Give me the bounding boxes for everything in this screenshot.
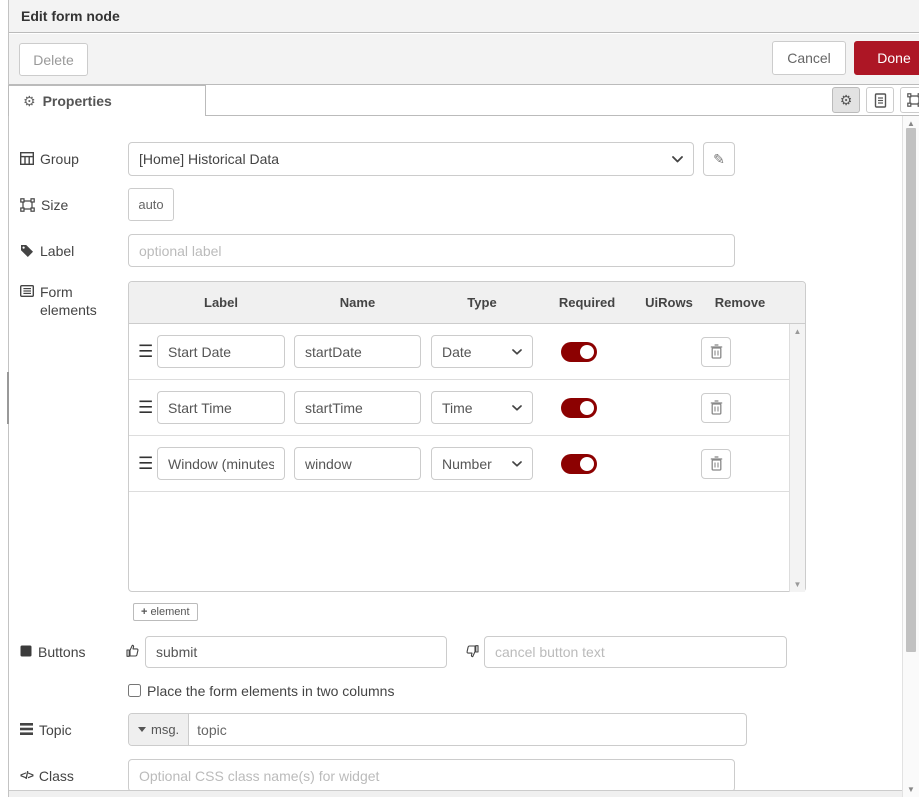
column-header-required: Required	[539, 295, 635, 310]
edit-form-node-dialog: Edit form node Delete Cancel Done ⚙ Prop…	[0, 0, 919, 797]
scroll-down-icon[interactable]: ▼	[794, 580, 802, 589]
remove-element-button[interactable]	[701, 337, 731, 367]
toggle-knob	[580, 457, 594, 471]
tag-icon	[20, 244, 34, 258]
code-icon: </>	[20, 769, 33, 783]
appearance-icon	[907, 93, 919, 107]
plus-icon: +	[141, 606, 147, 618]
column-header-type: Type	[431, 295, 533, 310]
group-select[interactable]: [Home] Historical Data	[128, 142, 694, 176]
trash-icon	[710, 344, 723, 359]
class-field-label: </> Class	[20, 767, 120, 785]
column-header-name: Name	[294, 295, 421, 310]
gear-icon: ⚙	[840, 92, 853, 109]
size-field-label: Size	[20, 196, 120, 214]
form-elements-body: ☰ Date	[129, 324, 805, 592]
scroll-down-icon[interactable]: ▼	[903, 785, 919, 794]
element-name-input[interactable]	[294, 391, 421, 424]
form-elements-table: Label Name Type Required UiRows Remove ☰…	[128, 281, 806, 592]
table-icon	[20, 152, 34, 165]
bottom-divider	[9, 790, 902, 797]
tray-resize-handle[interactable]	[7, 372, 9, 424]
group-field-label: Group	[20, 150, 120, 168]
trash-icon	[710, 456, 723, 471]
form-element-row: ☰ Time	[129, 380, 805, 436]
required-toggle[interactable]	[561, 454, 597, 474]
form-element-row: ☰ Number	[129, 436, 805, 492]
square-icon	[20, 645, 32, 657]
submit-button-text-input[interactable]	[145, 636, 447, 668]
remove-element-button[interactable]	[701, 449, 731, 479]
page-title: Edit form node	[21, 8, 120, 24]
cancel-button[interactable]: Cancel	[772, 41, 846, 75]
edit-group-button[interactable]: ✎	[703, 142, 735, 176]
element-label-input[interactable]	[157, 447, 285, 480]
element-label-input[interactable]	[157, 335, 285, 368]
two-columns-label: Place the form elements in two columns	[147, 683, 394, 699]
element-type-select[interactable]: Time	[431, 391, 533, 424]
thumbs-down-icon	[465, 644, 479, 658]
chevron-down-icon	[512, 349, 522, 355]
chevron-down-icon	[672, 156, 683, 163]
column-header-label: Label	[157, 295, 285, 310]
pencil-icon: ✎	[713, 151, 725, 168]
label-field-label: Label	[20, 242, 120, 260]
class-input[interactable]	[128, 759, 735, 792]
topic-typed-input: msg. topic	[128, 713, 747, 746]
required-toggle[interactable]	[561, 342, 597, 362]
list-alt-icon	[20, 285, 34, 297]
chevron-down-icon	[512, 405, 522, 411]
remove-element-button[interactable]	[701, 393, 731, 423]
done-button[interactable]: Done	[854, 41, 919, 75]
column-header-remove: Remove	[703, 295, 777, 310]
form-element-row: ☰ Date	[129, 324, 805, 380]
document-icon	[874, 93, 887, 108]
element-label-input[interactable]	[157, 391, 285, 424]
gear-icon: ⚙	[23, 93, 36, 110]
size-button[interactable]: auto	[128, 188, 174, 221]
topic-field-label: Topic	[20, 721, 120, 739]
scroll-up-icon[interactable]: ▲	[794, 327, 802, 336]
group-select-value: [Home] Historical Data	[139, 151, 279, 167]
tab-properties-label: Properties	[43, 93, 112, 109]
drag-handle-icon[interactable]: ☰	[138, 454, 157, 474]
buttons-field-label: Buttons	[20, 643, 120, 661]
element-name-input[interactable]	[294, 335, 421, 368]
two-columns-checkbox[interactable]	[128, 684, 141, 697]
description-view-button[interactable]	[866, 87, 894, 113]
toggle-knob	[580, 345, 594, 359]
column-header-uirows: UiRows	[635, 295, 703, 310]
chevron-down-icon	[512, 461, 522, 467]
caret-down-icon	[138, 727, 146, 732]
topic-type-button[interactable]: msg.	[129, 714, 189, 745]
page-scrollbar[interactable]: ▲ ▼	[902, 116, 919, 797]
toggle-knob	[580, 401, 594, 415]
dialog-toolbar: Delete Cancel Done	[9, 34, 919, 85]
properties-view-button[interactable]: ⚙	[832, 87, 860, 113]
element-type-select[interactable]: Date	[431, 335, 533, 368]
element-type-select[interactable]: Number	[431, 447, 533, 480]
drag-handle-icon[interactable]: ☰	[138, 398, 157, 418]
dialog-header: Edit form node	[9, 0, 919, 33]
table-scrollbar[interactable]: ▲ ▼	[789, 324, 805, 592]
element-name-input[interactable]	[294, 447, 421, 480]
delete-button[interactable]: Delete	[19, 43, 88, 76]
add-element-button[interactable]: + element	[133, 603, 198, 621]
label-input[interactable]	[128, 234, 735, 267]
form-elements-field-label: Form elements	[20, 283, 106, 319]
trash-icon	[710, 400, 723, 415]
scroll-up-icon[interactable]: ▲	[903, 119, 919, 128]
object-group-icon	[20, 198, 35, 212]
topic-type-label: msg.	[151, 722, 179, 737]
cancel-button-text-input[interactable]	[484, 636, 787, 668]
scrollbar-thumb[interactable]	[906, 128, 916, 652]
thumbs-up-icon	[126, 644, 140, 658]
form-elements-header: Label Name Type Required UiRows Remove	[129, 282, 805, 324]
drag-handle-icon[interactable]: ☰	[138, 342, 157, 362]
topic-value-input[interactable]: topic	[189, 714, 235, 745]
tasks-icon	[20, 723, 33, 735]
required-toggle[interactable]	[561, 398, 597, 418]
tab-properties[interactable]: ⚙ Properties	[8, 85, 206, 116]
appearance-view-button[interactable]	[900, 87, 919, 113]
